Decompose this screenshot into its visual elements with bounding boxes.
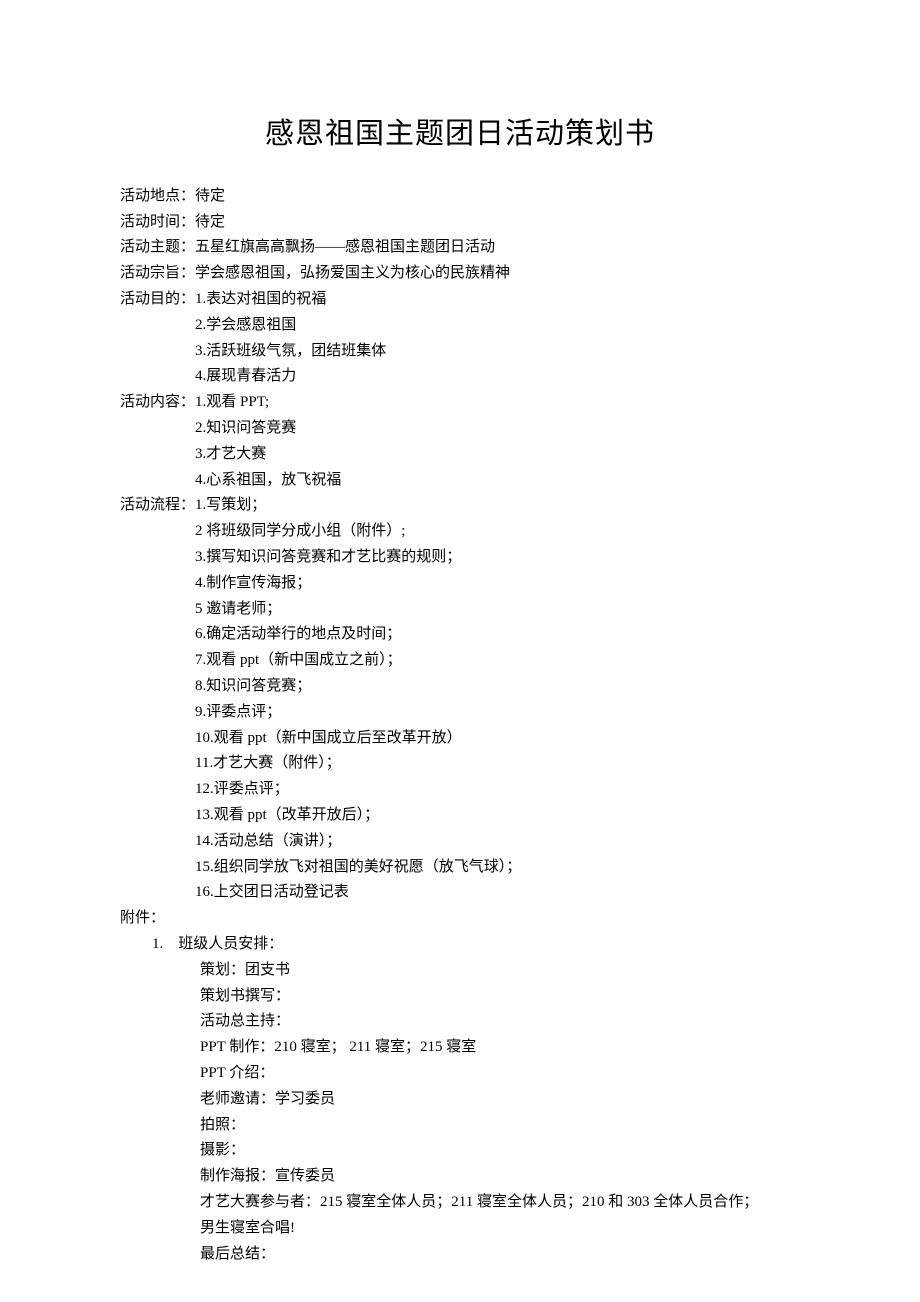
goal-item-2: 2.学会感恩祖国 — [120, 313, 800, 339]
flow-item-3: 3.撰写知识问答竞赛和才艺比赛的规则； — [120, 545, 800, 571]
flow-item-5: 5 邀请老师； — [120, 597, 800, 623]
appendix-item: 才艺大赛参与者：215 寝室全体人员；211 寝室全体人员；210 和 303 … — [120, 1190, 800, 1216]
purpose-label: 活动宗旨： — [120, 261, 195, 287]
appendix-section-1: 1. 班级人员安排： — [120, 932, 800, 958]
appendix-item: 老师邀请：学习委员 — [120, 1087, 800, 1113]
goal-row: 活动目的： 1.表达对祖国的祝福 — [120, 287, 800, 313]
appendix-item: 最后总结： — [120, 1242, 800, 1268]
time-row: 活动时间： 待定 — [120, 210, 800, 236]
appendix-item: 策划：团支书 — [120, 958, 800, 984]
flow-row: 活动流程： 1.写策划； — [120, 493, 800, 519]
flow-item-14: 14.活动总结（演讲）； — [120, 829, 800, 855]
appendix-item: 摄影： — [120, 1138, 800, 1164]
content-item-2: 2.知识问答竞赛 — [120, 416, 800, 442]
goal-label: 活动目的： — [120, 287, 195, 313]
flow-item-2: 2 将班级同学分成小组（附件）; — [120, 519, 800, 545]
purpose-row: 活动宗旨： 学会感恩祖国，弘扬爱国主义为核心的民族精神 — [120, 261, 800, 287]
flow-item-13: 13.观看 ppt（改革开放后）； — [120, 803, 800, 829]
content-row: 活动内容： 1.观看 PPT; — [120, 390, 800, 416]
appendix-item: PPT 制作：210 寝室； 211 寝室；215 寝室 — [120, 1035, 800, 1061]
time-value: 待定 — [195, 210, 800, 236]
flow-item-7: 7.观看 ppt（新中国成立之前）； — [120, 648, 800, 674]
flow-label: 活动流程： — [120, 493, 195, 519]
flow-item-10: 10.观看 ppt（新中国成立后至改革开放） — [120, 726, 800, 752]
flow-item-6: 6.确定活动举行的地点及时间； — [120, 622, 800, 648]
flow-item-9: 9.评委点评； — [120, 700, 800, 726]
goal-item-1: 1.表达对祖国的祝福 — [195, 287, 800, 313]
appendix-item: PPT 介绍： — [120, 1061, 800, 1087]
content-label: 活动内容： — [120, 390, 195, 416]
appendix-item: 策划书撰写： — [120, 984, 800, 1010]
content-item-3: 3.才艺大赛 — [120, 442, 800, 468]
purpose-value: 学会感恩祖国，弘扬爱国主义为核心的民族精神 — [195, 261, 800, 287]
time-label: 活动时间： — [120, 210, 195, 236]
flow-item-4: 4.制作宣传海报； — [120, 571, 800, 597]
theme-value: 五星红旗高高飘扬——感恩祖国主题团日活动 — [195, 235, 800, 261]
appendix-item: 活动总主持： — [120, 1009, 800, 1035]
goal-item-3: 3.活跃班级气氛，团结班集体 — [120, 339, 800, 365]
appendix-item: 男生寝室合唱! — [120, 1216, 800, 1242]
location-value: 待定 — [195, 184, 800, 210]
flow-item-8: 8.知识问答竞赛； — [120, 674, 800, 700]
flow-item-12: 12.评委点评； — [120, 777, 800, 803]
flow-item-15: 15.组织同学放飞对祖国的美好祝愿（放飞气球）； — [120, 855, 800, 881]
appendix-item: 制作海报：宣传委员 — [120, 1164, 800, 1190]
appendix-label: 附件： — [120, 906, 800, 932]
flow-item-1: 1.写策划； — [195, 493, 800, 519]
flow-item-16: 16.上交团日活动登记表 — [120, 880, 800, 906]
goal-item-4: 4.展现青春活力 — [120, 364, 800, 390]
location-label: 活动地点： — [120, 184, 195, 210]
appendix-item: 拍照： — [120, 1113, 800, 1139]
document-title: 感恩祖国主题团日活动策划书 — [120, 110, 800, 160]
theme-label: 活动主题： — [120, 235, 195, 261]
content-item-1: 1.观看 PPT; — [195, 390, 800, 416]
content-item-4: 4.心系祖国，放飞祝福 — [120, 468, 800, 494]
location-row: 活动地点： 待定 — [120, 184, 800, 210]
theme-row: 活动主题： 五星红旗高高飘扬——感恩祖国主题团日活动 — [120, 235, 800, 261]
flow-item-11: 11.才艺大赛（附件）； — [120, 751, 800, 777]
